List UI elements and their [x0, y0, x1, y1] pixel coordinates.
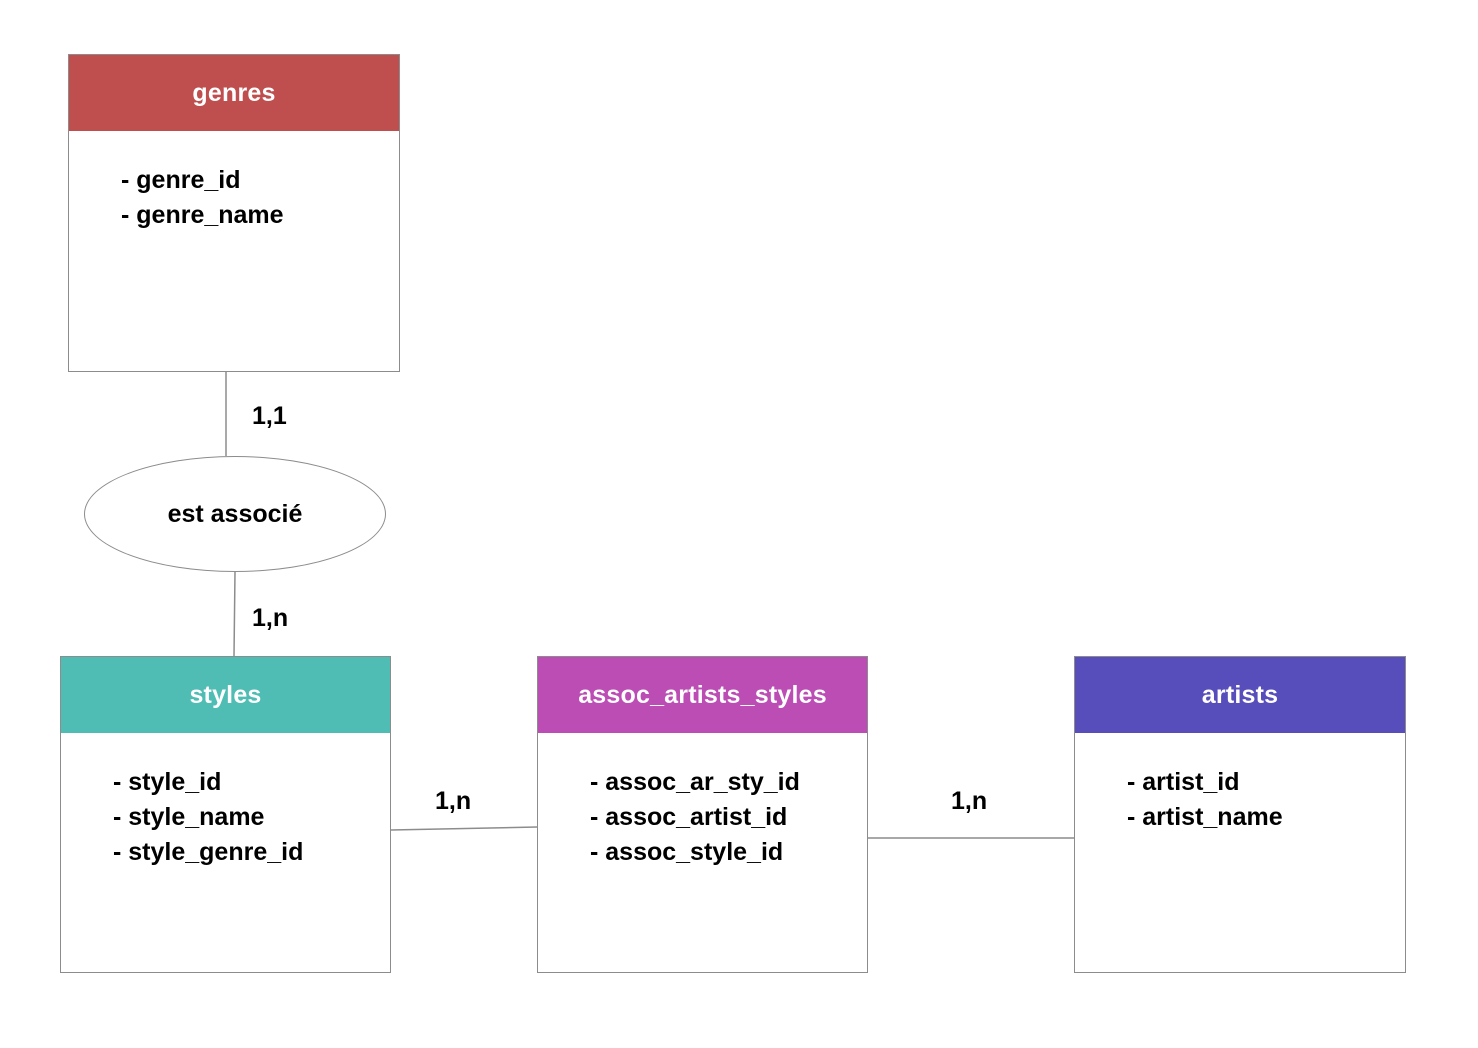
entity-artists-header: artists [1075, 657, 1405, 733]
entity-genres-header: genres [69, 55, 399, 131]
attribute-genre-id: - genre_id [121, 166, 241, 194]
entity-styles-attributes: - style_id - style_name - style_genre_id [61, 733, 390, 870]
attribute-assoc-artist-id: - assoc_artist_id [590, 803, 788, 831]
entity-styles-title: styles [189, 680, 262, 709]
attribute-artist-id: - artist_id [1127, 768, 1240, 796]
relation-label: est associé [167, 499, 303, 528]
entity-assoc-title: assoc_artists_styles [578, 680, 827, 709]
entity-assoc-artists-styles: assoc_artists_styles - assoc_ar_sty_id -… [537, 656, 868, 973]
entity-assoc-attributes: - assoc_ar_sty_id - assoc_artist_id - as… [538, 733, 867, 870]
attribute-assoc-style-id: - assoc_style_id [590, 838, 784, 866]
attribute-assoc-ar-sty-id: - assoc_ar_sty_id [590, 768, 800, 796]
attribute-genre-name: - genre_name [121, 201, 284, 229]
entity-artists: artists - artist_id - artist_name [1074, 656, 1406, 973]
connector-relation-styles [233, 571, 236, 657]
entity-artists-title: artists [1201, 680, 1279, 709]
attribute-style-genre-id: - style_genre_id [113, 838, 304, 866]
cardinality-relation-styles: 1,n [252, 604, 289, 632]
entity-artists-attributes: - artist_id - artist_name [1075, 733, 1405, 835]
entity-genres: genres - genre_id - genre_name [68, 54, 400, 372]
cardinality-genres-relation: 1,1 [252, 402, 287, 430]
entity-styles-header: styles [61, 657, 390, 733]
attribute-style-name: - style_name [113, 803, 265, 831]
attribute-style-id: - style_id [113, 768, 222, 796]
diagram-canvas: genres - genre_id - genre_name est assoc… [0, 0, 1478, 1048]
entity-genres-title: genres [192, 78, 276, 107]
relation-est-associe: est associé [84, 456, 386, 572]
connector-styles-assoc [390, 826, 538, 831]
cardinality-styles-assoc: 1,n [435, 787, 472, 815]
entity-assoc-header: assoc_artists_styles [538, 657, 867, 733]
cardinality-assoc-artists: 1,n [951, 787, 988, 815]
entity-styles: styles - style_id - style_name - style_g… [60, 656, 391, 973]
entity-genres-attributes: - genre_id - genre_name [69, 131, 399, 233]
attribute-artist-name: - artist_name [1127, 803, 1283, 831]
